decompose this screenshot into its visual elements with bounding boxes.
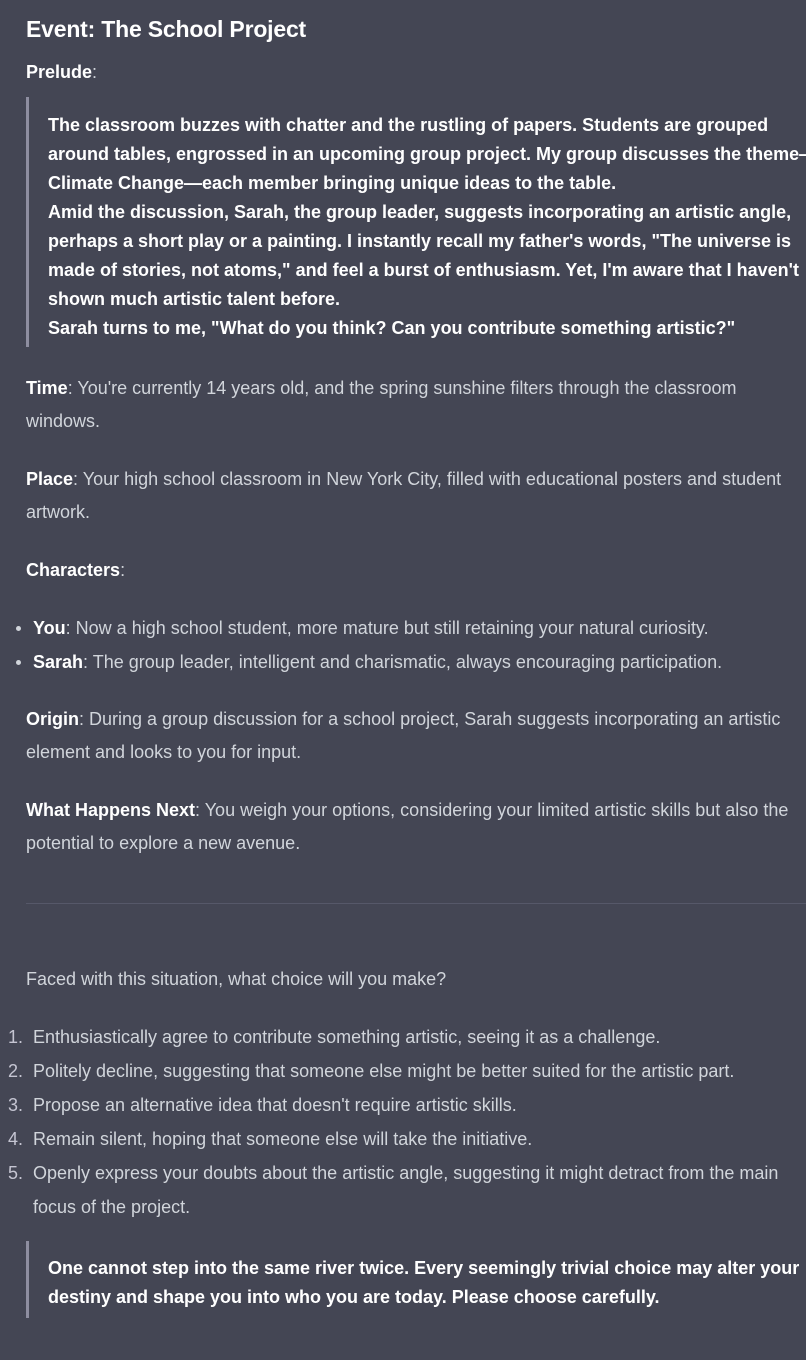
place-text: : Your high school classroom in New York… xyxy=(26,469,782,522)
time-text: : You're currently 14 years old, and the… xyxy=(26,378,737,431)
event-title: Event: The School Project xyxy=(26,16,306,42)
choice-text: Enthusiastically agree to contribute som… xyxy=(33,1027,661,1047)
choice-text: Openly express your doubts about the art… xyxy=(33,1163,779,1217)
list-item: 4. Remain silent, hoping that someone els… xyxy=(0,1122,780,1156)
prelude-paragraph: The classroom buzzes with chatter and th… xyxy=(48,115,806,193)
character-name: You xyxy=(33,618,66,638)
prelude-paragraph: Sarah turns to me, "What do you think? C… xyxy=(48,318,736,338)
origin-paragraph: Origin: During a group discussion for a … xyxy=(26,703,806,769)
place-paragraph: Place: Your high school classroom in New… xyxy=(26,463,806,529)
closing-quote-text: One cannot step into the same river twic… xyxy=(48,1258,800,1307)
choice-text: Propose an alternative idea that doesn't… xyxy=(33,1095,517,1115)
bullet-icon xyxy=(16,660,21,665)
choice-number: 4. xyxy=(8,1129,24,1149)
choice-number: 2. xyxy=(8,1061,24,1081)
characters-label: Characters xyxy=(26,560,121,580)
prelude-colon: : xyxy=(92,62,98,82)
character-name: Sarah xyxy=(33,652,84,672)
origin-label: Origin xyxy=(26,709,79,729)
list-item: 2. Politely decline, suggesting that some… xyxy=(0,1054,780,1088)
choice-number: 1. xyxy=(8,1027,24,1047)
list-item: You: Now a high school student, more mat… xyxy=(0,611,780,645)
time-paragraph: Time: You're currently 14 years old, and… xyxy=(26,372,806,438)
next-label: What Happens Next xyxy=(26,800,196,820)
time-label: Time xyxy=(26,378,68,398)
next-paragraph: What Happens Next: You weigh your option… xyxy=(26,794,806,860)
prelude-quote: The classroom buzzes with chatter and th… xyxy=(26,97,806,347)
question-text: Faced with this situation, what choice w… xyxy=(26,969,447,989)
list-item: Sarah: The group leader, intelligent and… xyxy=(0,645,780,679)
closing-quote: One cannot step into the same river twic… xyxy=(26,1241,806,1318)
characters-colon: : xyxy=(120,560,126,580)
choices-list: 1. Enthusiastically agree to contribute s… xyxy=(0,1020,780,1224)
assistant-message: Event: The School Project Prelude: The c… xyxy=(0,0,806,1360)
prelude-label: Prelude xyxy=(26,62,93,82)
prelude-paragraph: Amid the discussion, Sarah, the group le… xyxy=(48,202,799,309)
choice-number: 5. xyxy=(8,1163,24,1183)
choice-text: Politely decline, suggesting that someon… xyxy=(33,1061,735,1081)
choice-number: 3. xyxy=(8,1095,24,1115)
list-item: 5. Openly express your doubts about the a… xyxy=(0,1156,780,1224)
list-item: 3. Propose an alternative idea that doesn… xyxy=(0,1088,780,1122)
characters-heading: Characters: xyxy=(26,554,806,587)
character-text: : The group leader, intelligent and char… xyxy=(83,652,723,672)
list-item: 1. Enthusiastically agree to contribute s… xyxy=(0,1020,780,1054)
characters-list: You: Now a high school student, more mat… xyxy=(0,611,780,679)
origin-text: : During a group discussion for a school… xyxy=(26,709,781,762)
bullet-icon xyxy=(16,626,21,631)
character-text: : Now a high school student, more mature… xyxy=(65,618,709,638)
choice-text: Remain silent, hoping that someone else … xyxy=(33,1129,533,1149)
prelude-heading: Prelude: xyxy=(26,56,806,89)
place-label: Place xyxy=(26,469,74,489)
